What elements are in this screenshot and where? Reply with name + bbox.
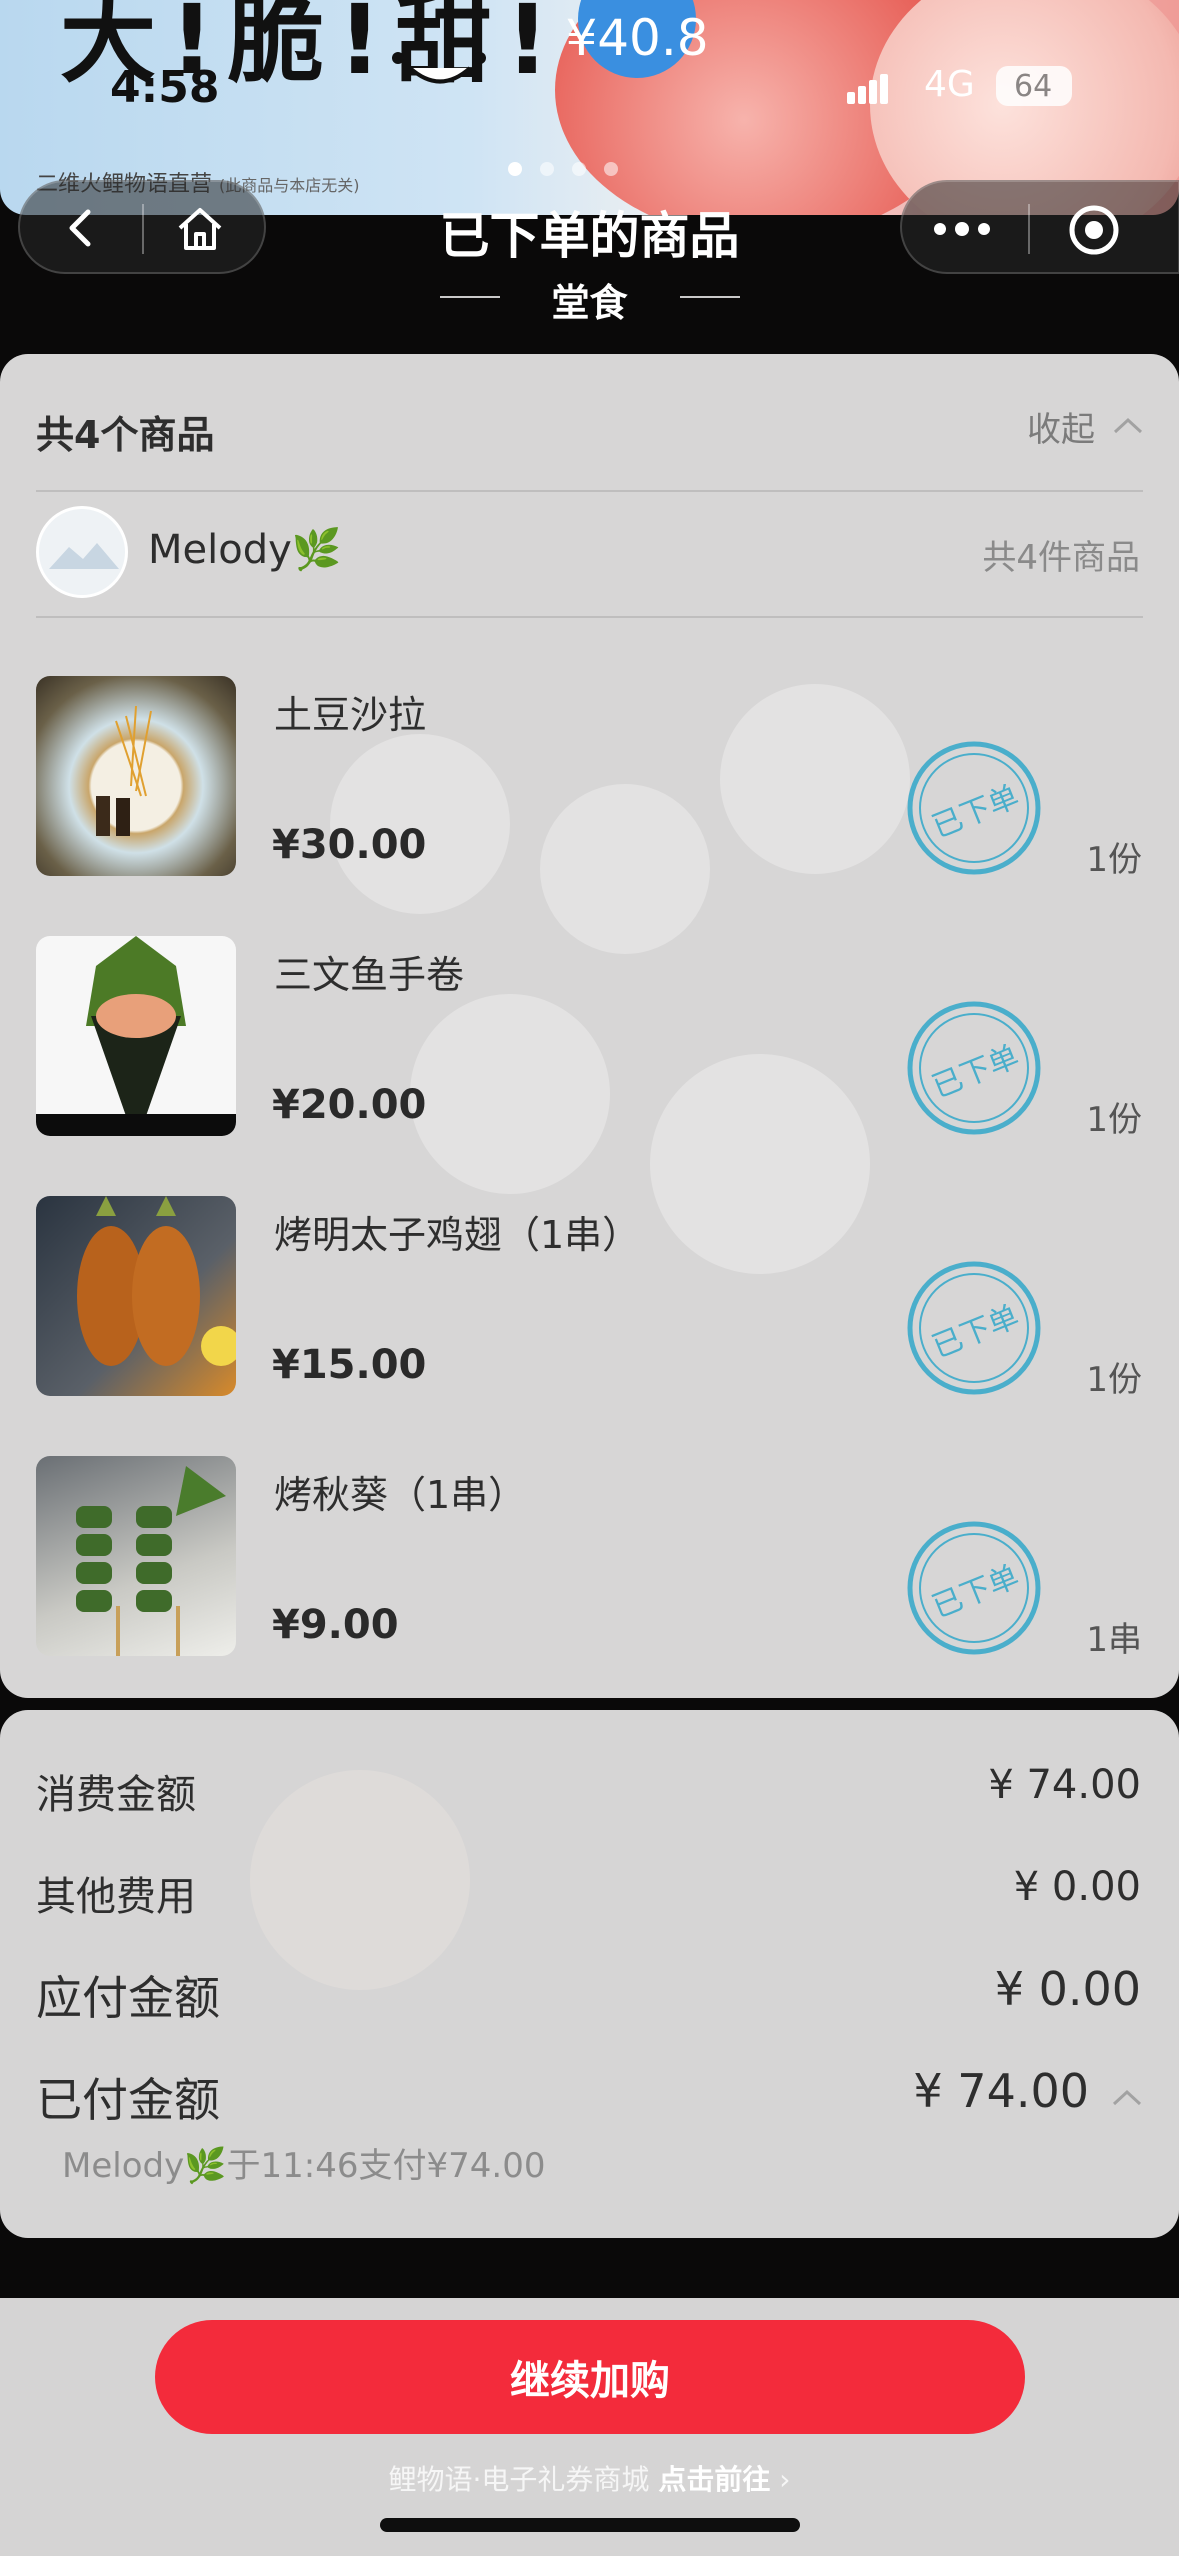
collapse-label: 收起 <box>1027 410 1095 450</box>
list-item[interactable]: 三文鱼手卷 ¥20.00 已下单 1份 <box>0 936 1179 1140</box>
item-price: ¥30.00 <box>272 822 427 868</box>
payable-label: 应付金额 <box>36 1971 220 2025</box>
order-card: 共4个商品 收起 Melody🌿 共4件商品 土豆沙拉 ¥30.00 已下单 1… <box>0 354 1179 1698</box>
dish-thumbnail <box>36 676 236 876</box>
order-count-header: 共4个商品 <box>36 413 215 457</box>
svg-text:已下单: 已下单 <box>927 1559 1024 1625</box>
ordered-stamp-icon: 已下单 <box>907 1001 1041 1135</box>
network-label: 4G <box>924 64 975 105</box>
ordered-stamp-icon: 已下单 <box>907 1261 1041 1395</box>
avatar <box>36 506 128 598</box>
footer-link-label[interactable]: 点击前往 <box>658 2463 770 2496</box>
paid-value[interactable]: ¥ 74.00 <box>913 2064 1089 2118</box>
continue-order-button[interactable]: 继续加购 <box>155 2320 1025 2434</box>
item-quantity: 1串 <box>1086 1620 1142 1660</box>
item-price: ¥20.00 <box>272 1082 427 1128</box>
item-name: 三文鱼手卷 <box>274 953 465 997</box>
item-quantity: 1份 <box>1086 1360 1142 1400</box>
item-name: 土豆沙拉 <box>274 693 427 737</box>
chevron-up-icon <box>1113 417 1143 434</box>
chevron-up-icon[interactable] <box>1110 2088 1144 2108</box>
other-fee-label: 其他费用 <box>36 1874 196 1920</box>
collapse-toggle[interactable]: 收起 <box>1027 402 1143 451</box>
list-item[interactable]: 土豆沙拉 ¥30.00 已下单 1份 <box>0 676 1179 880</box>
payment-note: Melody🌿于11:46支付¥74.00 <box>62 2146 546 2186</box>
footer-text: 鲤物语·电子礼券商城 <box>388 2463 650 2496</box>
item-price: ¥9.00 <box>272 1602 399 1648</box>
home-indicator <box>380 2518 800 2532</box>
ordered-stamp-icon: 已下单 <box>907 741 1041 875</box>
smiley-face-icon <box>392 52 486 84</box>
item-name: 烤明太子鸡翅（1串） <box>274 1213 641 1257</box>
subtitle-line-right <box>680 296 740 298</box>
chevron-right-icon: › <box>779 2463 791 2496</box>
dish-thumbnail <box>36 1196 236 1396</box>
item-price: ¥15.00 <box>272 1342 427 1388</box>
svg-text:已下单: 已下单 <box>927 1039 1024 1105</box>
status-time: 4:58 <box>110 62 220 113</box>
ordered-stamp-icon: 已下单 <box>907 1521 1041 1655</box>
payable-value: ¥ 0.00 <box>994 1962 1141 2016</box>
dish-thumbnail <box>36 1456 236 1656</box>
footer-link[interactable]: 鲤物语·电子礼券商城 点击前往 › <box>0 2458 1179 2498</box>
other-fee-value: ¥ 0.00 <box>1013 1864 1141 1910</box>
banner-price: ¥40.8 <box>565 0 709 78</box>
banner-pager <box>508 162 618 176</box>
page-subtitle: 堂食 <box>551 281 628 325</box>
list-item[interactable]: 烤秋葵（1串） ¥9.00 已下单 1串 <box>0 1456 1179 1660</box>
item-quantity: 1份 <box>1086 1100 1142 1140</box>
list-item[interactable]: 烤明太子鸡翅（1串） ¥15.00 已下单 1份 <box>0 1196 1179 1400</box>
consume-label: 消费金额 <box>36 1772 196 1818</box>
paid-label: 已付金额 <box>36 2073 220 2127</box>
svg-text:已下单: 已下单 <box>927 779 1024 845</box>
consume-value: ¥ 74.00 <box>988 1762 1141 1808</box>
svg-text:已下单: 已下单 <box>927 1299 1024 1365</box>
item-quantity: 1份 <box>1086 840 1142 880</box>
payment-summary: 消费金额 ¥ 74.00 其他费用 ¥ 0.00 应付金额 ¥ 0.00 已付金… <box>0 1710 1179 2238</box>
dish-thumbnail <box>36 936 236 1136</box>
user-name: Melody🌿 <box>148 527 342 573</box>
divider <box>36 616 1143 618</box>
divider <box>36 490 1143 492</box>
battery-icon: 64 <box>996 66 1072 106</box>
item-name: 烤秋葵（1串） <box>274 1473 527 1517</box>
item-count: 共4件商品 <box>982 538 1140 578</box>
page-title: 已下单的商品 <box>439 207 740 265</box>
bg-blob <box>250 1770 470 1990</box>
signal-icon <box>847 74 888 104</box>
